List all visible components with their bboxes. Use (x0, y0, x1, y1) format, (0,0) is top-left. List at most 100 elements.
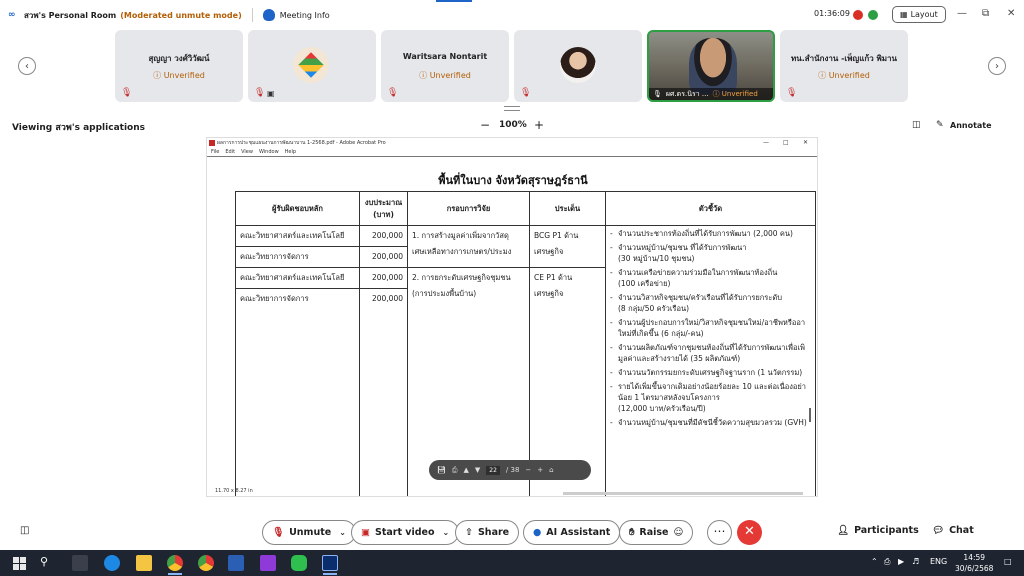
annotate-button[interactable]: Annotate (950, 121, 992, 130)
home-icon[interactable]: ⌂ (549, 466, 553, 474)
pdf-window-title: ผลการการประชุมแผนงานการพัฒนาบาน 1-2568.p… (217, 140, 386, 146)
share-button[interactable]: ⇧ Share (455, 520, 520, 545)
strip-prev-button[interactable]: ‹ (18, 57, 36, 75)
menu-edit[interactable]: Edit (225, 149, 235, 155)
line-icon[interactable] (291, 555, 307, 571)
zoom-level[interactable]: 100% (499, 120, 527, 130)
layout-icon: ▦ (900, 10, 908, 19)
more-options-button[interactable]: ⋯ (707, 520, 732, 545)
participant-tile[interactable]: 🎙︎ ▣ (248, 30, 376, 102)
chevron-down-icon[interactable]: ⌄ (339, 528, 346, 537)
participant-tile[interactable]: 🎙︎ (514, 30, 642, 102)
raise-hand-button[interactable]: ✋︎ Raise ☺ (619, 520, 694, 545)
windows-start-icon[interactable] (12, 556, 28, 572)
hand-icon: ✋︎ (629, 527, 635, 538)
participant-tile[interactable]: สุญญา วงศ์วิวัฒน์ ⓘ Unverified 🎙︎ (115, 30, 243, 102)
owner-cell: คณะวิทยาการจัดการ (235, 246, 360, 268)
zoom-in-icon[interactable]: + (537, 466, 543, 474)
menu-help[interactable]: Help (285, 149, 296, 155)
page-up-icon[interactable]: ▲ (464, 466, 469, 474)
search-icon[interactable]: ⚲ (40, 555, 56, 571)
network-health-icon[interactable] (868, 10, 878, 20)
ai-assistant-button[interactable]: ● AI Assistant (523, 520, 621, 545)
list-item: จำนวนเครือข่ายความร่วมมือในการพัฒนาท้องถ… (610, 267, 811, 289)
pop-out-icon[interactable]: ◫ (912, 120, 921, 130)
participant-tile[interactable]: ทน.สำนักงาน -เพ็ญแก้ว พิมาน ⓘ Unverified… (780, 30, 908, 102)
tray-chevron-icon[interactable]: ⌃ (871, 557, 878, 566)
word-icon[interactable] (228, 555, 244, 571)
budget-cell: 200,000 (359, 225, 408, 247)
save-icon[interactable]: 💾︎ (437, 466, 446, 474)
clock-date: 30/6/2568 (955, 564, 994, 573)
pdf-restore-button[interactable]: □ (783, 139, 789, 146)
webex-logo-icon: ∞ (8, 10, 16, 20)
printer-icon[interactable]: ⎙ (884, 557, 890, 567)
participant-tile[interactable]: Waritsara Nontarit ⓘ Unverified 🎙︎ (381, 30, 509, 102)
document-heading: พื้นที่ในบาง จังหวัดสุราษฎร์ธานี (438, 174, 588, 187)
table-row: คณะวิทยาศาสตร์และเทคโนโลยี 200,000 1. กา… (235, 225, 816, 496)
zoom-out-icon[interactable]: − (525, 466, 531, 474)
divider (251, 8, 253, 22)
pdf-horizontal-scrollbar[interactable] (563, 492, 803, 495)
shield-icon[interactable] (262, 9, 275, 21)
start-video-button[interactable]: ▣ Start video ⌄ (351, 520, 460, 545)
participant-name: ผศ.ดร.นิรา ... (665, 89, 709, 98)
leave-meeting-button[interactable]: ✕ (737, 520, 762, 545)
chat-button[interactable]: 💬︎ Chat (932, 525, 974, 536)
zoom-in-button[interactable]: + (534, 118, 544, 132)
chrome-profile-icon[interactable] (198, 555, 214, 571)
recording-icon[interactable] (853, 10, 863, 20)
restore-button[interactable]: ⧉ (982, 8, 989, 19)
edge-icon[interactable] (104, 555, 120, 571)
captions-icon[interactable]: ◫ (20, 525, 29, 536)
strip-next-button[interactable]: › (988, 57, 1006, 75)
participants-button[interactable]: 👤︎ Participants (837, 525, 919, 536)
reactions-icon[interactable]: ☺ (674, 527, 684, 538)
file-explorer-icon[interactable] (136, 555, 152, 571)
framework-cell: 1. การสร้างมูลค่าเพิ่มจากวัสดุ เศษเหลือท… (407, 225, 530, 268)
language-indicator[interactable]: ENG (930, 557, 947, 566)
pdf-minimize-button[interactable]: — (763, 139, 769, 146)
pdf-floating-toolbar: 💾︎ ⎙ ▲ ▼ 22 / 38 − + ⌂ (429, 460, 591, 480)
layout-button[interactable]: ▦ Layout (892, 6, 946, 23)
list-item: จำนวนหมู่บ้าน/ชุมชนที่มีดัชนีชี้วัดความส… (610, 417, 811, 428)
chat-label: Chat (949, 525, 974, 536)
zoom-out-button[interactable]: − (480, 118, 490, 132)
close-window-button[interactable]: ✕ (1007, 8, 1015, 19)
mic-muted-icon: 🎙︎ (653, 90, 662, 98)
pdf-vertical-scrollbar[interactable] (809, 408, 811, 422)
menu-file[interactable]: File (211, 149, 219, 155)
minimize-button[interactable]: — (957, 8, 967, 19)
menu-window[interactable]: Window (259, 149, 279, 155)
viewing-label: Viewing สวพ's applications (12, 123, 145, 133)
meeting-info-link[interactable]: Meeting Info (280, 11, 330, 20)
menu-view[interactable]: View (241, 149, 253, 155)
avatar (560, 47, 596, 83)
network-icon[interactable]: ▶ (898, 557, 904, 566)
annotate-icon[interactable]: ✎ (936, 120, 944, 130)
shared-screen[interactable]: ผลการการประชุมแผนงานการพัฒนาบาน 1-2568.p… (206, 137, 818, 497)
chevron-down-icon[interactable]: ⌄ (443, 528, 450, 537)
page-total: / 38 (505, 466, 520, 474)
notifications-icon[interactable]: □ (1004, 557, 1012, 566)
unverified-status: ⓘ Unverified (419, 71, 471, 80)
pdf-close-button[interactable]: ✕ (803, 139, 808, 146)
store-icon[interactable] (72, 555, 88, 571)
app-icon[interactable] (260, 555, 276, 571)
page-number-input[interactable]: 22 (486, 465, 500, 475)
participant-name: สุญญา วงศ์วิวัฒน์ (148, 54, 210, 63)
participant-video-tile[interactable]: 🎙︎ ผศ.ดร.นิรา ... ⓘ Unverified (647, 30, 775, 102)
volume-icon[interactable]: ♬ (912, 557, 919, 566)
header-owner: ผู้รับผิดชอบหลัก (235, 191, 360, 226)
room-title: สวพ's Personal Room (24, 10, 117, 20)
print-icon[interactable]: ⎙ (452, 466, 458, 475)
chrome-icon[interactable] (167, 555, 183, 571)
chat-icon: 💬︎ (932, 525, 945, 536)
page-down-icon[interactable]: ▼ (475, 466, 480, 474)
system-clock[interactable]: 14:59 30/6/2568 (955, 552, 993, 574)
ai-assistant-label: AI Assistant (546, 527, 611, 538)
unmute-button[interactable]: 🎙︎ Unmute ⌄ (262, 520, 356, 545)
resize-handle[interactable] (504, 106, 520, 111)
framework-line: เศษเหลือทางการเกษตร/ประมง (412, 247, 512, 256)
webex-icon[interactable] (322, 555, 338, 571)
